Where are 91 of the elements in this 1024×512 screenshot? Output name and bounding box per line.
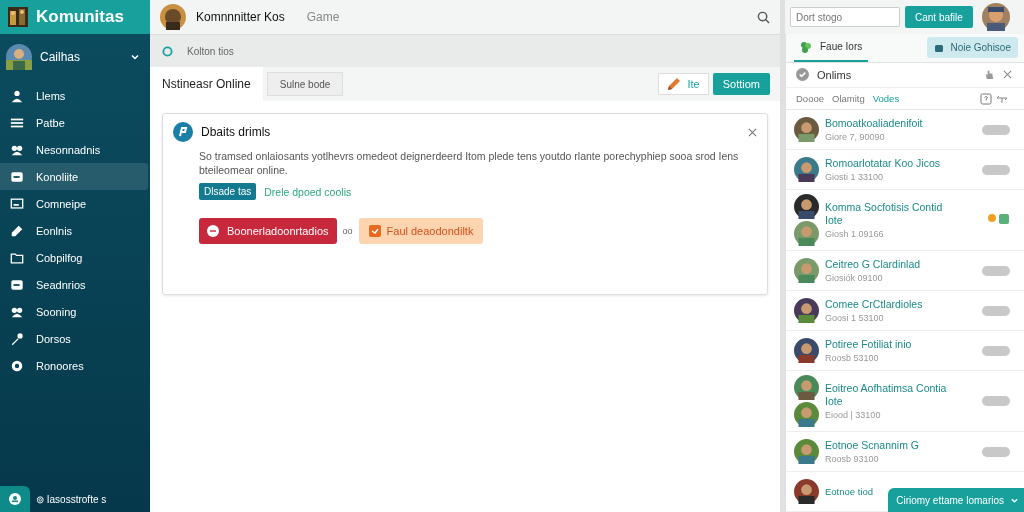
card-title: Dbaits drimls [201,125,271,139]
tab[interactable]: Sulne bode [266,72,344,96]
status-icons [986,213,1010,225]
message-time: Eiood | 33100 [825,410,882,421]
page-title: Komnnnitter Kos [196,10,285,24]
filter-tab[interactable]: Olamitg [830,93,867,105]
chat-item[interactable]: Potiree Fotiliat inio Roosb 53100 [786,331,1024,371]
message-time: Giosiók 09100 [825,273,884,284]
footer-text: ⊚ Iasosstrofte s [36,493,107,505]
chat-item[interactable]: Bomoatkoaliadenifoit Giore 7, 90090 [786,110,1024,150]
section-title: Onlims [817,68,852,81]
danger-button[interactable]: Boonerladoonrtadios [199,218,337,245]
contact-name: Komma Socfotisis Contid Iote [825,200,944,227]
status-pill [982,265,1010,276]
create-button[interactable]: Cant bafile [905,6,973,28]
clover-icon [800,40,812,53]
card-description: So tramsed onlaiosants yotlhevrs omedeot deignerdeerd Itom plede tens youtdo rlante porechyphiep sooa srod Iens bteileomear online. [199,150,740,178]
search-icon[interactable] [757,10,770,24]
status-pill [982,124,1010,135]
sidebar-item[interactable]: Ronoores [0,352,148,379]
message-time: Roosb 53100 [825,353,880,364]
card-icon [10,277,24,292]
sidebar-item[interactable]: Seadnrios [0,271,148,298]
monitor-icon [10,196,24,211]
check-circle-icon [796,68,809,82]
chat-launcher-toast[interactable]: Ciriomy ettame lomarios [888,488,1024,512]
filter-tab[interactable]: Vodes [870,93,902,105]
circle-icon [10,358,24,373]
brush-icon [10,331,24,346]
status-pill [982,305,1010,316]
chat-item[interactable]: Eoitreo Aofhatimsa Contia Iote Eiood | 33100 [786,371,1024,432]
sidebar-item[interactable]: Comneipe [0,190,148,217]
panel-tab[interactable]: Faue Iors [794,34,869,62]
hand-icon[interactable] [984,69,995,81]
user-menu[interactable]: Cailhas [0,38,150,76]
contact-name: Ceitreo G Clardinlad [825,257,922,271]
contact-name: Eotnoe tiod [825,485,875,498]
close-icon[interactable] [748,127,757,137]
message-time: Giosti 1 33100 [825,172,885,183]
card-icon [10,169,24,184]
sidebar-item[interactable]: Konoliite [0,163,148,190]
user-icon [9,493,21,505]
contact-name: Eotnoe Scnannim G [825,438,920,452]
pencil-icon [667,77,682,91]
status-pill [982,446,1010,457]
tag: Dlsade tas [199,183,257,201]
message-time: Roosb 93100 [825,454,880,465]
sidebar-item[interactable]: Llems [0,82,148,109]
help-icon[interactable] [980,92,992,105]
edit-button[interactable]: Ite [658,73,709,95]
minus-circle-icon [207,225,219,238]
filter-tab[interactable]: Doooe [794,93,826,105]
sidebar-item[interactable]: Sooning [0,298,148,325]
contact-name: Potiree Fotiliat inio [825,337,913,351]
message-time: Giore 7, 90090 [825,132,886,143]
status-pill [982,164,1010,175]
pencil-icon [10,223,24,238]
chat-item[interactable]: Ceitreo G Clardinlad Giosiók 09100 [786,251,1024,291]
chat-item[interactable]: Comee CrCtlardioles Goosi 1 53100 [786,291,1024,331]
close-icon[interactable] [1003,70,1012,80]
panel-action-button[interactable]: Noie Gohisoe [927,37,1018,59]
app-logo: Komunitas [36,7,124,27]
warning-button[interactable]: Faul deaodondiltk [358,218,484,245]
tab[interactable]: Nstineasr Online [150,67,263,101]
message-time: Giosh 1 09166 [825,229,885,240]
sidebar-item[interactable]: Eonlnis [0,217,148,244]
chat-item[interactable]: Komma Socfotisis Contid Iote Giosh 1 09166 [786,190,1024,251]
status-pill [982,345,1010,356]
page-subtitle: Game [306,10,340,24]
sidebar-item[interactable]: Cobpilfog [0,244,148,271]
chat-item[interactable]: Romoarlotatar Koo Jicos Giosti 1 33100 [786,150,1024,190]
folder-icon [10,250,24,265]
link[interactable]: Drele dpoed coolis [264,185,352,198]
contact-name: Bomoatkoaliadenifoit [825,116,924,130]
contact-name: Comee CrCtlardioles [825,297,924,311]
chat-icon [162,45,173,57]
user-icon [10,88,24,103]
breadcrumb: Kolton tios [187,45,234,57]
contact-name: Romoarlotatar Koo Jicos [825,156,941,170]
primary-button[interactable]: Sottiom [712,73,770,95]
chat-item[interactable]: Eotnoe Scnannim G Roosb 93100 [786,432,1024,472]
sidebar-item[interactable]: Patbe [0,109,148,136]
status-pill [982,396,1010,406]
sidebar-item[interactable]: Dorsos [0,325,148,352]
profile-button[interactable] [0,486,30,512]
chevron-icon [130,52,140,62]
search-field[interactable]: Dort stogo [790,7,900,27]
message-time: Goosi 1 53100 [825,313,885,324]
separator-text: oo [342,226,353,237]
contact-name: Eoitreo Aofhatimsa Contia Iote [825,381,948,408]
sidebar-item[interactable]: Nesonnadnis [0,136,148,163]
